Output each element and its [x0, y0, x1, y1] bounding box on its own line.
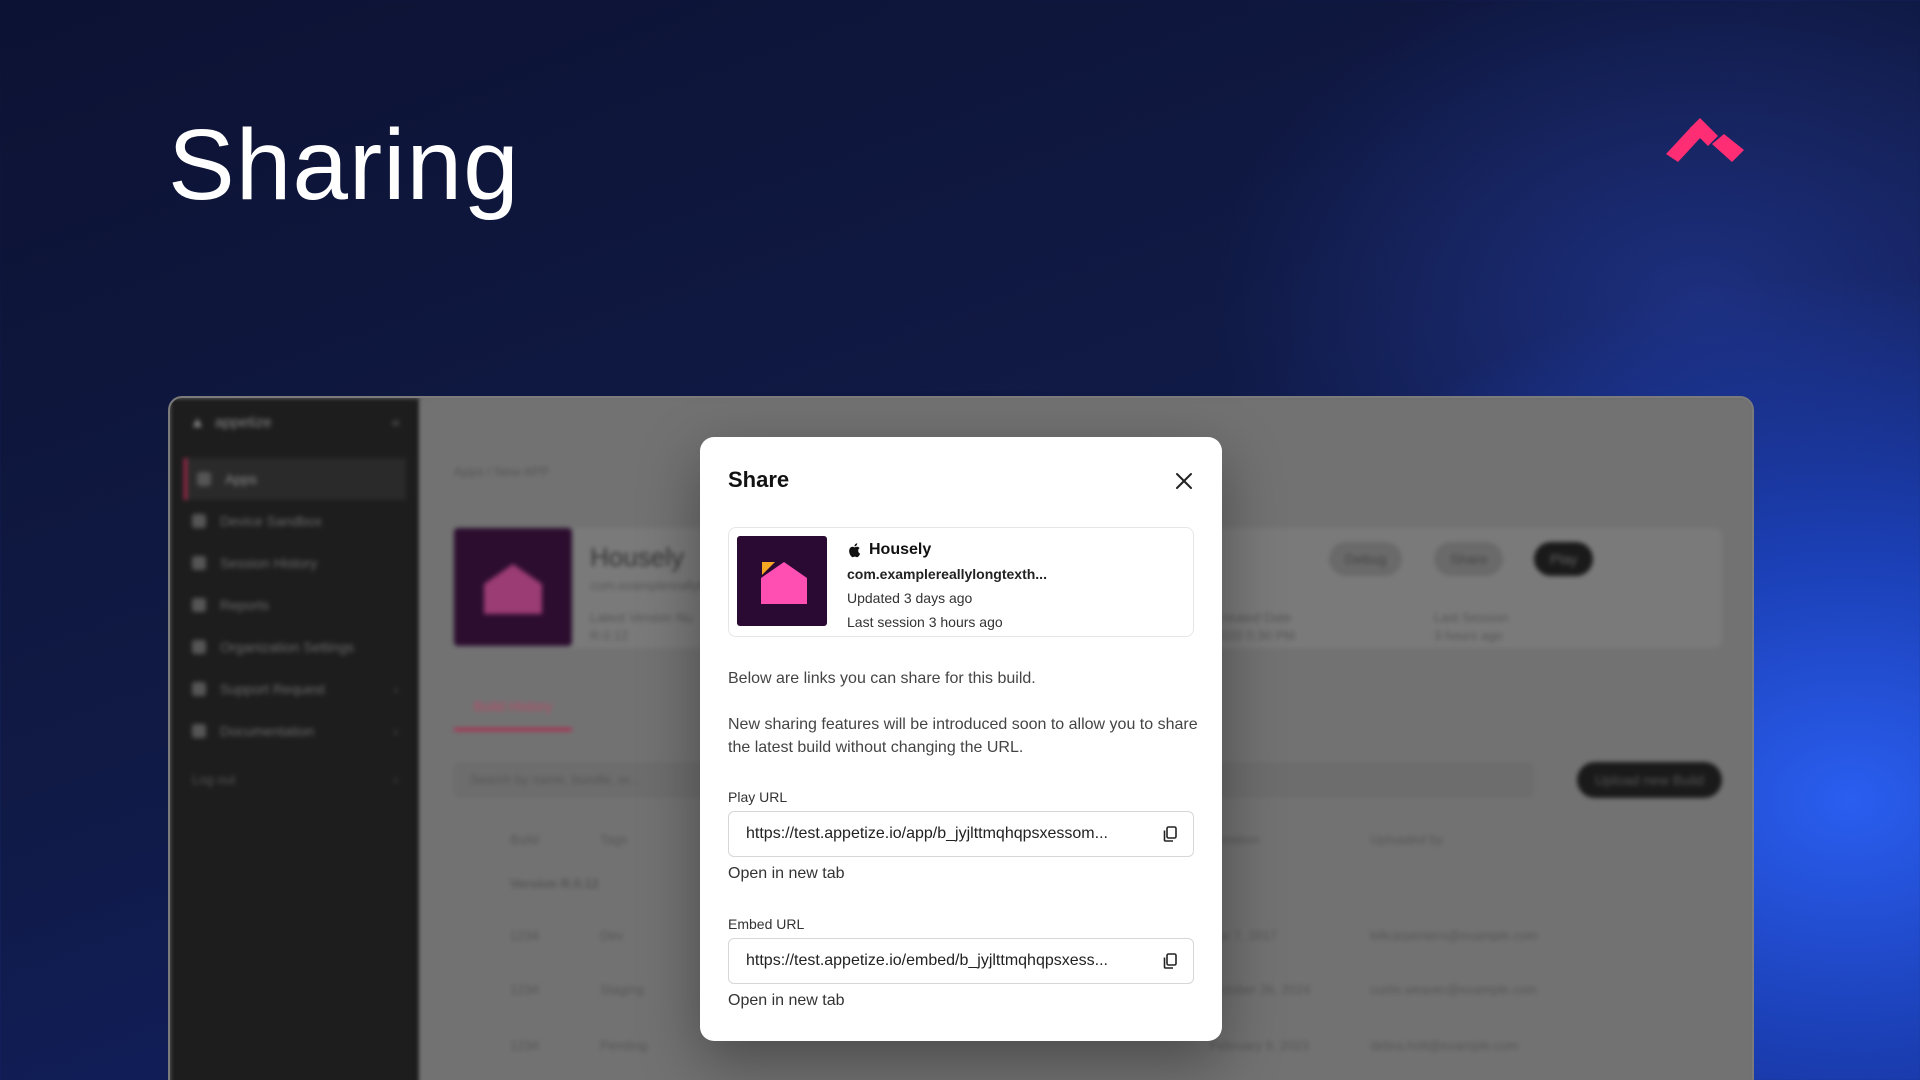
apple-icon	[849, 543, 861, 558]
apps-icon	[197, 472, 211, 486]
sidebar-item-label: Session History	[220, 555, 318, 571]
app-name-row: Housely	[847, 538, 1047, 562]
intro-text: Below are links you can share for this b…	[728, 670, 1036, 687]
close-icon[interactable]	[1172, 469, 1196, 493]
docs-icon	[192, 724, 206, 738]
sidebar-item-documentation[interactable]: Documentation ›	[170, 710, 420, 752]
embed-url-field[interactable]: https://test.appetize.io/embed/b_jyjlttm…	[728, 938, 1194, 984]
tab-build-history[interactable]: Build History	[454, 698, 572, 731]
row-build: 1234	[510, 928, 539, 943]
play-url-label: Play URL	[728, 789, 788, 805]
meta-value: 2020 5:30 PM	[1214, 628, 1295, 643]
history-icon	[192, 556, 206, 570]
sidebar-item-label: Apps	[225, 471, 257, 487]
copy-icon[interactable]	[1161, 825, 1179, 843]
hero-title: Sharing	[168, 109, 520, 221]
sidebar-item-label: Documentation	[220, 723, 315, 739]
app-icon	[737, 536, 827, 626]
row-tag: Dev	[600, 928, 624, 943]
meta-label: Last Session	[1434, 610, 1509, 625]
appetize-logo-icon: ▲	[190, 413, 205, 431]
logout-label: Log out	[192, 772, 236, 787]
column-header: Build	[510, 832, 539, 847]
sidebar-item-device-sandbox[interactable]: Device Sandbox	[170, 500, 420, 542]
app-title: Housely	[590, 542, 684, 572]
play-open-new-tab-link[interactable]: Open in new tab	[728, 865, 845, 883]
column-header: Tags	[600, 832, 628, 847]
settings-icon	[192, 640, 206, 654]
row-tag: Staging	[600, 982, 645, 997]
breadcrumb: Apps / New APP	[454, 464, 550, 479]
sidebar-footer[interactable]: Log out ›	[170, 772, 420, 787]
app-thumbnail	[454, 528, 572, 646]
sidebar-item-label: Device Sandbox	[220, 513, 322, 529]
debug-button[interactable]: Debug	[1329, 542, 1403, 576]
row-tag: Pending	[600, 1038, 648, 1053]
app-name: Housely	[869, 541, 932, 558]
house-icon	[484, 564, 542, 614]
row-build: 1234	[510, 1038, 539, 1053]
reports-icon	[192, 598, 206, 612]
meta-value: 3 hours ago	[1434, 628, 1503, 643]
row-date: February 9, 2023	[1210, 1038, 1310, 1053]
meta-label: Created Date	[1214, 610, 1292, 625]
upload-build-button[interactable]: Upload new Build	[1577, 762, 1722, 798]
share-button[interactable]: Share	[1434, 542, 1504, 576]
notice-text: New sharing features will be introduced …	[728, 716, 1198, 756]
embed-open-new-tab-link[interactable]: Open in new tab	[728, 992, 845, 1010]
row-date: October 26, 2024	[1210, 982, 1311, 997]
sidebar-item-organization-settings[interactable]: Organization Settings	[170, 626, 420, 668]
sidebar-item-label: Organization Settings	[220, 639, 354, 655]
sidebar-brand: appetize	[214, 413, 272, 431]
app-bundle-id: com.examplereallylongtexth...	[847, 566, 1047, 582]
sidebar-item-reports[interactable]: Reports	[170, 584, 420, 626]
external-icon: ›	[393, 681, 398, 697]
app-last-session: Last session 3 hours ago	[847, 614, 1003, 630]
share-modal: Share Housely com.examplereallylongtexth…	[700, 437, 1222, 1041]
device-icon	[192, 514, 206, 528]
copy-icon[interactable]	[1161, 952, 1179, 970]
column-header: Uploaded by	[1370, 832, 1443, 847]
modal-title: Share	[728, 467, 790, 492]
play-url-field[interactable]: https://test.appetize.io/app/b_jyjlttmqh…	[728, 811, 1194, 857]
meta-value: R.0.12	[590, 628, 629, 643]
play-url-value[interactable]: https://test.appetize.io/app/b_jyjlttmqh…	[746, 825, 1147, 843]
sidebar-item-apps[interactable]: Apps	[184, 458, 406, 500]
embed-url-value[interactable]: https://test.appetize.io/embed/b_jyjlttm…	[746, 952, 1147, 970]
meta-label: Latest Version Nu	[590, 610, 693, 625]
version-row[interactable]: Version R.0.12	[510, 876, 599, 891]
sidebar: ▲ appetize « Apps Device Sandbox Session…	[170, 398, 420, 1080]
sidebar-item-session-history[interactable]: Session History	[170, 542, 420, 584]
row-build: 1234	[510, 982, 539, 997]
sidebar-item-label: Support Request	[220, 681, 326, 697]
app-info-card: Housely com.examplereallylongtexth... Up…	[728, 527, 1194, 637]
embed-url-label: Embed URL	[728, 916, 805, 932]
play-button[interactable]: Play	[1534, 542, 1594, 576]
row-uploader: debra.holt@example.com	[1370, 1038, 1519, 1053]
table-row[interactable]: 1234 Pending February 9, 2023 debra.holt…	[454, 1038, 1722, 1078]
chevron-right-icon: ›	[393, 772, 398, 787]
app-info-text: Housely com.examplereallylongtexth... Up…	[847, 538, 1047, 634]
brand-logo-icon	[1666, 118, 1744, 162]
app-updated: Updated 3 days ago	[847, 590, 973, 606]
collapse-icon[interactable]: «	[392, 414, 400, 431]
row-uploader: billcarpenters@example.com	[1370, 928, 1538, 943]
sidebar-item-label: Reports	[220, 597, 270, 613]
sidebar-item-support-request[interactable]: Support Request ›	[170, 668, 420, 710]
sidebar-header: ▲ appetize «	[170, 398, 420, 446]
row-uploader: curtis.weaver@example.com	[1370, 982, 1538, 997]
support-icon	[192, 682, 206, 696]
external-icon: ›	[393, 723, 398, 739]
